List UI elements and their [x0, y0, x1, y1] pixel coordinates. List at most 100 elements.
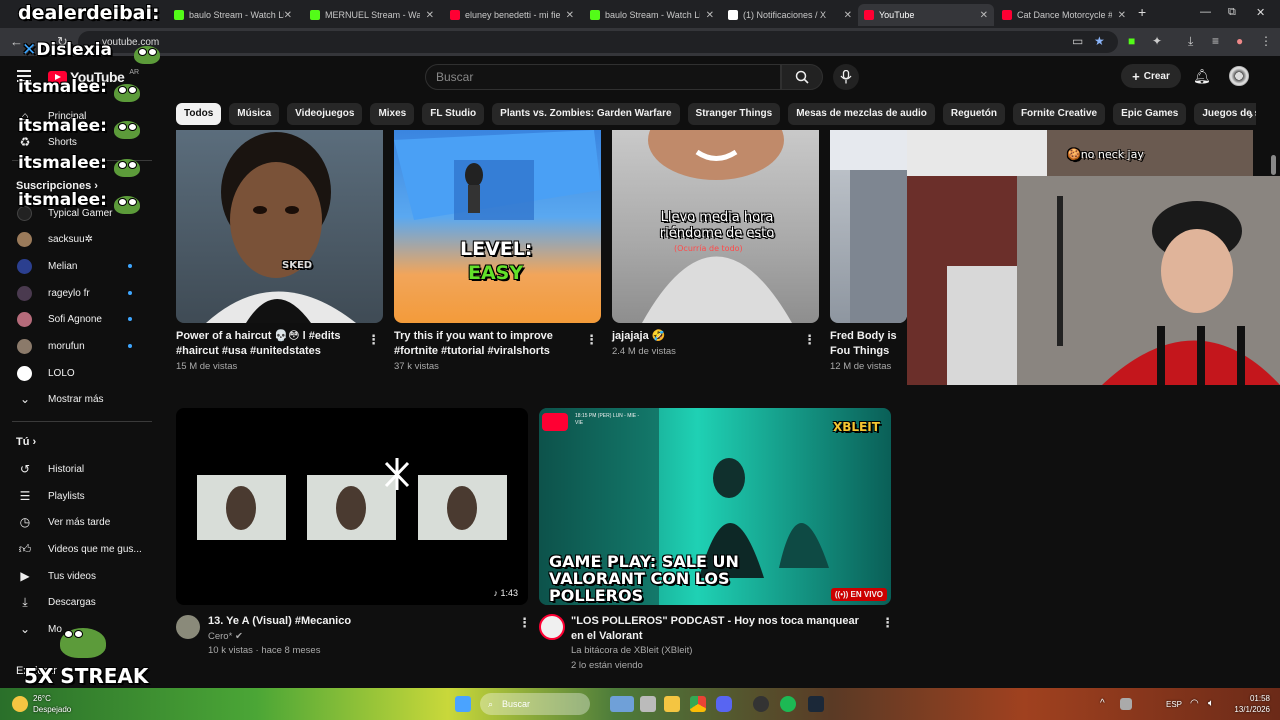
- minimize-button[interactable]: —: [1200, 6, 1211, 18]
- extensions-icon[interactable]: ✦: [1152, 34, 1162, 48]
- volume-icon[interactable]: 🔈︎: [1208, 698, 1214, 709]
- short-title[interactable]: Fred Body is Fou Things Season 5: [830, 329, 908, 359]
- close-icon[interactable]: ✕: [426, 10, 434, 21]
- sidebar-item-rageylo[interactable]: rageylo fr: [0, 280, 150, 306]
- sidebar-item-liked[interactable]: 👍︎ Videos que me gus...: [0, 536, 150, 562]
- chip-todos[interactable]: Todos: [176, 103, 222, 125]
- discord-icon[interactable]: [716, 696, 732, 712]
- chip-epic-games[interactable]: Epic Games: [1113, 103, 1187, 125]
- tab-x-notifications[interactable]: (1) Notificaciones / X ✕: [722, 4, 858, 26]
- close-icon[interactable]: ✕: [844, 10, 852, 21]
- voice-search-button[interactable]: [833, 64, 859, 90]
- close-icon[interactable]: ✕: [980, 10, 988, 21]
- chip-mixes[interactable]: Mixes: [370, 103, 415, 125]
- short-title[interactable]: Power of a haircut 💀😳 l #edits #haircut …: [176, 329, 366, 359]
- weather-icon[interactable]: [12, 696, 28, 712]
- tray-app-icon[interactable]: [1120, 698, 1132, 710]
- sidebar-item-tus-videos[interactable]: ▶ Tus videos: [0, 563, 150, 589]
- short-title[interactable]: jajajaja 🤣: [612, 329, 792, 344]
- short-thumbnail-fred[interactable]: [830, 130, 907, 323]
- tab-baulo-1[interactable]: baulo Stream - Watch Live✕: [168, 4, 298, 26]
- close-icon[interactable]: ✕: [1118, 10, 1126, 21]
- notifications-bell-icon[interactable]: 🔔︎: [1193, 68, 1211, 85]
- obs-icon[interactable]: [753, 696, 769, 712]
- close-icon[interactable]: ✕: [566, 10, 574, 21]
- sidebar-item-sofi-agnone[interactable]: Sofi Agnone: [0, 306, 150, 332]
- video-title[interactable]: "LOS POLLEROS" PODCAST - Hoy nos toca ma…: [571, 614, 861, 644]
- bookmark-star-icon[interactable]: ★: [1094, 34, 1105, 48]
- more-options-icon[interactable]: ⋮: [803, 332, 816, 348]
- chip-mesas[interactable]: Mesas de mezclas de audio: [788, 103, 935, 125]
- chip-musica[interactable]: Música: [229, 103, 280, 125]
- short-thumbnail-partial[interactable]: [907, 130, 1047, 176]
- more-options-icon[interactable]: ⋮: [367, 332, 380, 348]
- channel-avatar[interactable]: [176, 615, 200, 639]
- tab-eluney[interactable]: eluney benedetti - mi fiel ✕: [444, 4, 580, 26]
- tray-chevron-icon[interactable]: ^: [1100, 698, 1105, 709]
- short-thumbnail-jajajaja[interactable]: Llevo media hora riéndome de esto (Ocurr…: [612, 130, 819, 323]
- chip-regueton[interactable]: Reguetón: [942, 103, 1005, 125]
- sidebar-item-melian[interactable]: Melian: [0, 253, 150, 279]
- profile-icon[interactable]: ●: [1236, 34, 1243, 48]
- video-title[interactable]: 13. Ye A (Visual) #Mecanico: [208, 614, 508, 629]
- short-thumbnail-fortnite[interactable]: LEVEL: EASY: [394, 130, 601, 323]
- more-options-icon[interactable]: ⋮: [518, 615, 531, 631]
- sidebar-item-sacksuu[interactable]: sacksuu✲: [0, 226, 150, 252]
- download-icon[interactable]: ⤓: [1188, 34, 1193, 49]
- new-tab-button[interactable]: +: [1138, 4, 1146, 20]
- menu-dots-icon[interactable]: ⋮: [1260, 34, 1272, 48]
- close-icon[interactable]: ✕: [706, 10, 714, 21]
- chip-pvz[interactable]: Plants vs. Zombies: Garden Warfare: [492, 103, 680, 125]
- account-avatar[interactable]: [1229, 66, 1249, 86]
- video-thumbnail-ye[interactable]: ♪ 1:43: [176, 408, 528, 605]
- tab-mernuel[interactable]: MERNUEL Stream - Watch✕: [304, 4, 440, 26]
- chip-stranger-things[interactable]: Stranger Things: [687, 103, 781, 125]
- more-options-icon[interactable]: ⋮: [881, 615, 894, 631]
- channel-avatar-live[interactable]: [539, 614, 565, 640]
- short-title[interactable]: Try this if you want to improve #fortnit…: [394, 329, 574, 359]
- start-icon[interactable]: [455, 696, 471, 712]
- channel-name[interactable]: La bitácora de XBleit (XBleit): [571, 645, 692, 656]
- avatar: [17, 365, 32, 381]
- more-options-icon[interactable]: ⋮: [585, 332, 598, 348]
- short-thumbnail-haircut[interactable]: SKED: [176, 130, 383, 323]
- create-button[interactable]: + Crear: [1121, 64, 1181, 88]
- tab-search-icon[interactable]: ≡: [1212, 34, 1219, 48]
- network-icon[interactable]: ◠: [1190, 698, 1199, 709]
- task-view-icon[interactable]: [640, 696, 656, 712]
- steam-icon[interactable]: [808, 696, 824, 712]
- chrome-icon[interactable]: [690, 696, 706, 712]
- file-explorer-icon[interactable]: [664, 696, 680, 712]
- taskbar-search[interactable]: ⌕ Buscar: [480, 693, 590, 715]
- spotify-icon[interactable]: [780, 696, 796, 712]
- scrollbar-thumb[interactable]: [1271, 155, 1276, 175]
- address-input[interactable]: youtube.com: [78, 31, 1118, 53]
- sidebar-item-playlists[interactable]: ☰ Playlists: [0, 483, 150, 509]
- chevron-right-icon[interactable]: ›: [1240, 103, 1262, 125]
- chip-fortnite-creative[interactable]: Fornite Creative: [1012, 103, 1106, 125]
- extension-kick-icon[interactable]: ■: [1128, 34, 1135, 48]
- close-window-button[interactable]: ✕: [1256, 6, 1265, 19]
- chip-fl-studio[interactable]: FL Studio: [422, 103, 485, 125]
- close-icon[interactable]: ✕: [284, 10, 292, 21]
- sidebar-item-lolo[interactable]: LOLO: [0, 360, 150, 386]
- channel-name[interactable]: Cero* ✔: [208, 631, 243, 642]
- tab-baulo-2[interactable]: baulo Stream - Watch Live✕: [584, 4, 720, 26]
- search-button[interactable]: [781, 64, 823, 90]
- you-header[interactable]: Tú ›: [16, 436, 36, 448]
- show-more-button[interactable]: ⌄ Mostrar más: [0, 386, 150, 412]
- sidebar-item-descargas[interactable]: ⤓ Descargas: [0, 589, 150, 615]
- browser-tab-strip: baulo Stream - Watch Live✕ MERNUEL Strea…: [0, 0, 1280, 28]
- sidebar-item-morufun[interactable]: morufun: [0, 333, 150, 359]
- tab-cat-dance[interactable]: Cat Dance Motorcycle #c ✕: [996, 4, 1132, 26]
- tab-youtube[interactable]: YouTube ✕: [858, 4, 994, 26]
- restore-button[interactable]: ⧉: [1228, 6, 1236, 19]
- search-input[interactable]: Buscar: [425, 64, 781, 90]
- sidebar-item-ver-mas-tarde[interactable]: ◷ Ver más tarde: [0, 509, 150, 535]
- cast-icon[interactable]: ▭: [1072, 34, 1083, 48]
- sidebar-item-historial[interactable]: ↺ Historial: [0, 456, 150, 482]
- chip-videojuegos[interactable]: Videojuegos: [287, 103, 363, 125]
- short-thumbnail-partial-2[interactable]: 🍪no neck jay: [1047, 130, 1253, 176]
- video-thumbnail-polleros[interactable]: 18:15 PM (PER) LUN - MIE - VIE XBLEIT GA…: [539, 408, 891, 605]
- widget-icon[interactable]: [610, 696, 634, 712]
